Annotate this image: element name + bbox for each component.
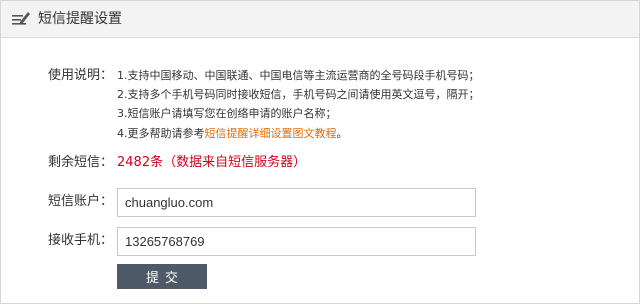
remaining-label: 剩余短信： [48, 155, 114, 170]
submit-button[interactable]: 提交 [117, 264, 207, 289]
page-title: 短信提醒设置 [38, 11, 122, 27]
tutorial-link[interactable]: 短信提醒详细设置图文教程 [205, 127, 337, 140]
help-line-4-suffix: 。 [336, 127, 348, 140]
help-line-3: 3.短信账户请填写您在创络申请的账户名称； [117, 107, 337, 120]
sms-reminder-settings-panel: 短信提醒设置 使用说明： 1.支持中国移动、中国联通、中国电信等主流运营商的全号… [0, 0, 640, 304]
help-line-1: 1.支持中国移动、中国联通、中国电信等主流运营商的全号码段手机号码； [117, 69, 480, 82]
help-line-4: 4.更多帮助请参考短信提醒详细设置图文教程。 [117, 126, 348, 142]
account-label: 短信账户： [48, 194, 114, 209]
usage-label: 使用说明： [48, 68, 114, 83]
remaining-sms-count: 2482条（数据来自短信服务器） [117, 155, 307, 170]
help-line-4-prefix: 4.更多帮助请参考 [117, 127, 205, 140]
panel-header: 短信提醒设置 [1, 1, 639, 38]
phone-label: 接收手机： [48, 233, 114, 248]
sms-account-input[interactable] [117, 188, 476, 217]
pencil-note-icon [11, 10, 31, 28]
help-line-2: 2.支持多个手机号码同时接收短信，手机号码之间请使用英文逗号，隔开； [117, 88, 480, 101]
receive-phone-input[interactable] [117, 227, 476, 256]
